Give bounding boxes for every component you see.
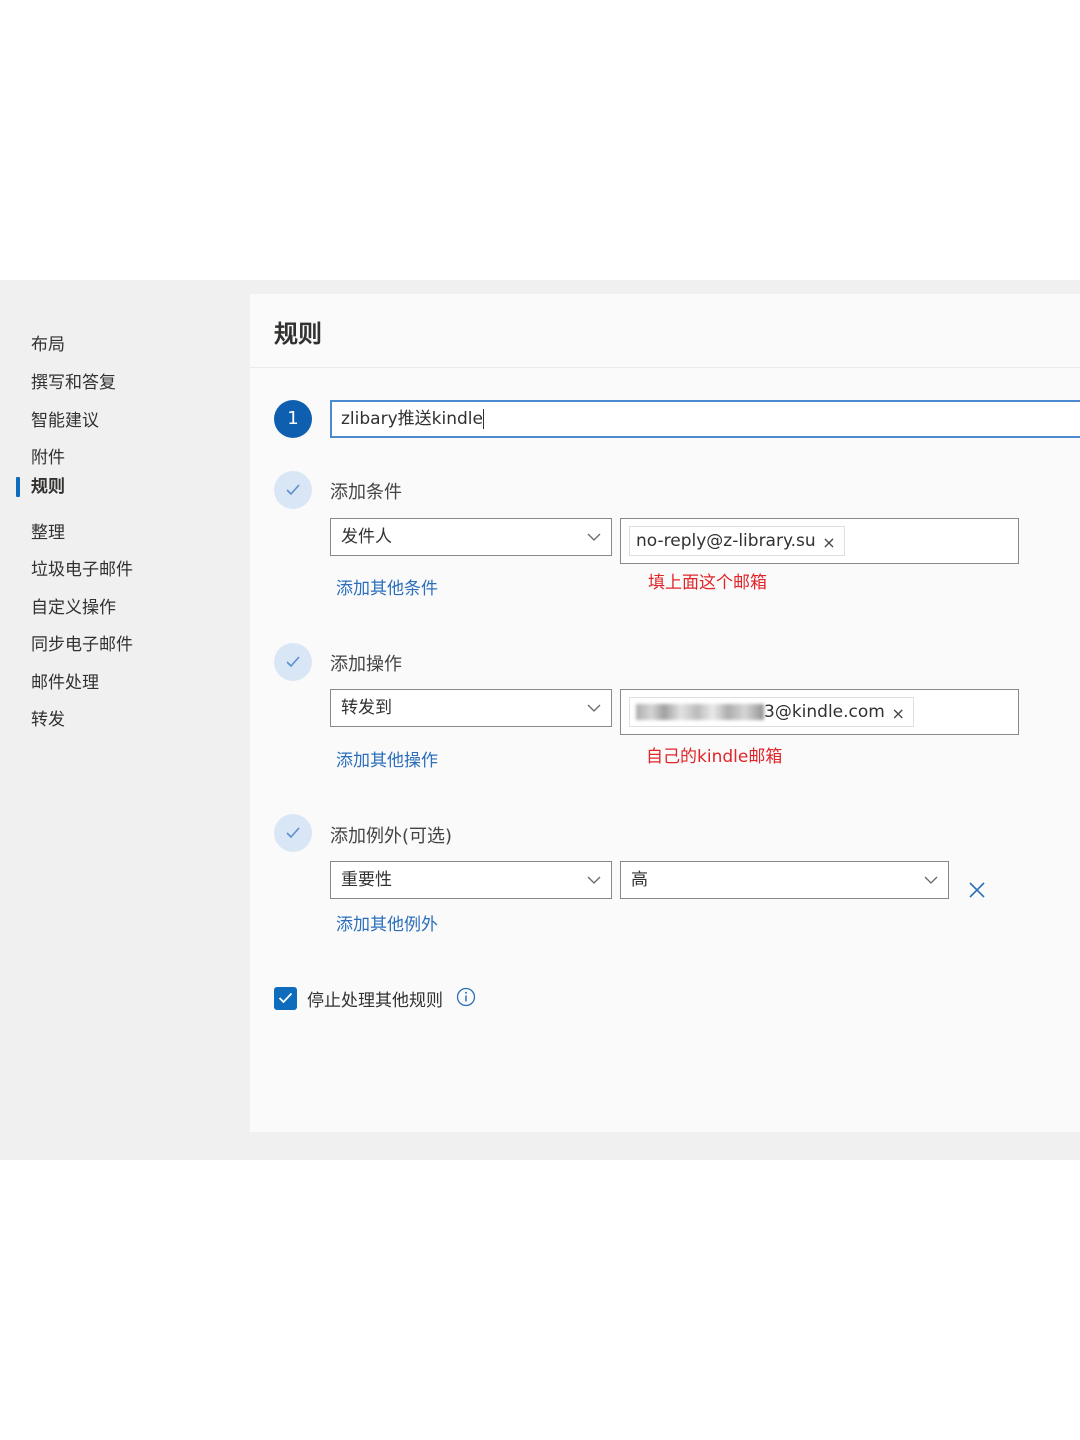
title-divider: [250, 367, 1080, 368]
sidebar-item-layout[interactable]: 布局: [31, 332, 65, 358]
kindle-email-text: 3@kindle.com: [764, 702, 885, 722]
action-value-field[interactable]: 3@kindle.com ×: [620, 689, 1019, 735]
chevron-down-icon: [924, 876, 938, 884]
sender-email-text: no-reply@z-library.su: [636, 531, 816, 551]
exception-value-dropdown[interactable]: 高: [620, 861, 949, 899]
condition-field-dropdown[interactable]: 发件人: [330, 518, 612, 556]
remove-exception-icon[interactable]: [966, 879, 988, 901]
rule-name-value: zlibary推送kindle: [341, 409, 483, 429]
remove-tag-icon[interactable]: ×: [891, 700, 904, 728]
action-field-dropdown[interactable]: 转发到: [330, 689, 612, 727]
sender-email-tag: no-reply@z-library.su ×: [629, 526, 845, 556]
settings-window: 布局 撰写和答复 智能建议 附件 规则 整理 垃圾电子邮件 自定义操作 同步电子…: [0, 280, 1080, 1160]
actions-label: 添加操作: [330, 654, 402, 675]
sidebar-item-attachments[interactable]: 附件: [31, 445, 65, 471]
redacted-text: [636, 704, 764, 720]
annotation-fill-email: 填上面这个邮箱: [648, 573, 767, 593]
exception-field-dropdown[interactable]: 重要性: [330, 861, 612, 899]
chevron-down-icon: [587, 876, 601, 884]
stop-processing-checkbox[interactable]: [274, 987, 297, 1010]
sidebar-item-customize-actions[interactable]: 自定义操作: [31, 595, 116, 621]
rule-name-input[interactable]: zlibary推送kindle: [330, 400, 1080, 438]
rules-panel: 规则 1 zlibary推送kindle 添加条件 发件人 no-reply@z…: [250, 294, 1080, 1132]
active-indicator: [16, 477, 20, 497]
add-action-link[interactable]: 添加其他操作: [336, 746, 438, 771]
settings-sidebar: 布局 撰写和答复 智能建议 附件 规则 整理 垃圾电子邮件 自定义操作 同步电子…: [0, 294, 250, 1160]
condition-field-value: 发件人: [341, 527, 392, 547]
sidebar-item-sync-email[interactable]: 同步电子邮件: [31, 632, 133, 658]
sidebar-item-smart-suggestions[interactable]: 智能建议: [31, 408, 99, 434]
text-caret: [482, 409, 484, 429]
sidebar-item-sweep[interactable]: 整理: [31, 520, 65, 546]
sidebar-item-compose-reply[interactable]: 撰写和答复: [31, 370, 116, 396]
add-exception-link[interactable]: 添加其他例外: [336, 910, 438, 935]
conditions-check-icon: [274, 471, 312, 509]
info-icon[interactable]: [456, 987, 476, 1007]
action-field-value: 转发到: [341, 698, 392, 718]
actions-check-icon: [274, 643, 312, 681]
chevron-down-icon: [587, 533, 601, 541]
exceptions-check-icon: [274, 814, 312, 852]
exception-field-value: 重要性: [341, 870, 392, 890]
remove-tag-icon[interactable]: ×: [822, 529, 835, 557]
page-title: 规则: [274, 320, 322, 348]
condition-value-field[interactable]: no-reply@z-library.su ×: [620, 518, 1019, 564]
sidebar-item-message-handling[interactable]: 邮件处理: [31, 670, 99, 696]
sidebar-item-junk-email[interactable]: 垃圾电子邮件: [31, 557, 133, 583]
checkmark-icon: [278, 992, 293, 1004]
step-number-badge: 1: [274, 400, 312, 438]
add-condition-link[interactable]: 添加其他条件: [336, 574, 438, 599]
annotation-kindle-email: 自己的kindle邮箱: [646, 747, 783, 767]
exception-value: 高: [631, 870, 648, 890]
chevron-down-icon: [587, 704, 601, 712]
exceptions-label: 添加例外(可选): [330, 826, 453, 847]
conditions-label: 添加条件: [330, 482, 402, 503]
sidebar-item-forwarding[interactable]: 转发: [31, 707, 65, 733]
stop-processing-label: 停止处理其他规则: [307, 991, 443, 1011]
kindle-email-tag: 3@kindle.com ×: [629, 697, 914, 727]
sidebar-item-rules[interactable]: 规则: [31, 474, 65, 500]
